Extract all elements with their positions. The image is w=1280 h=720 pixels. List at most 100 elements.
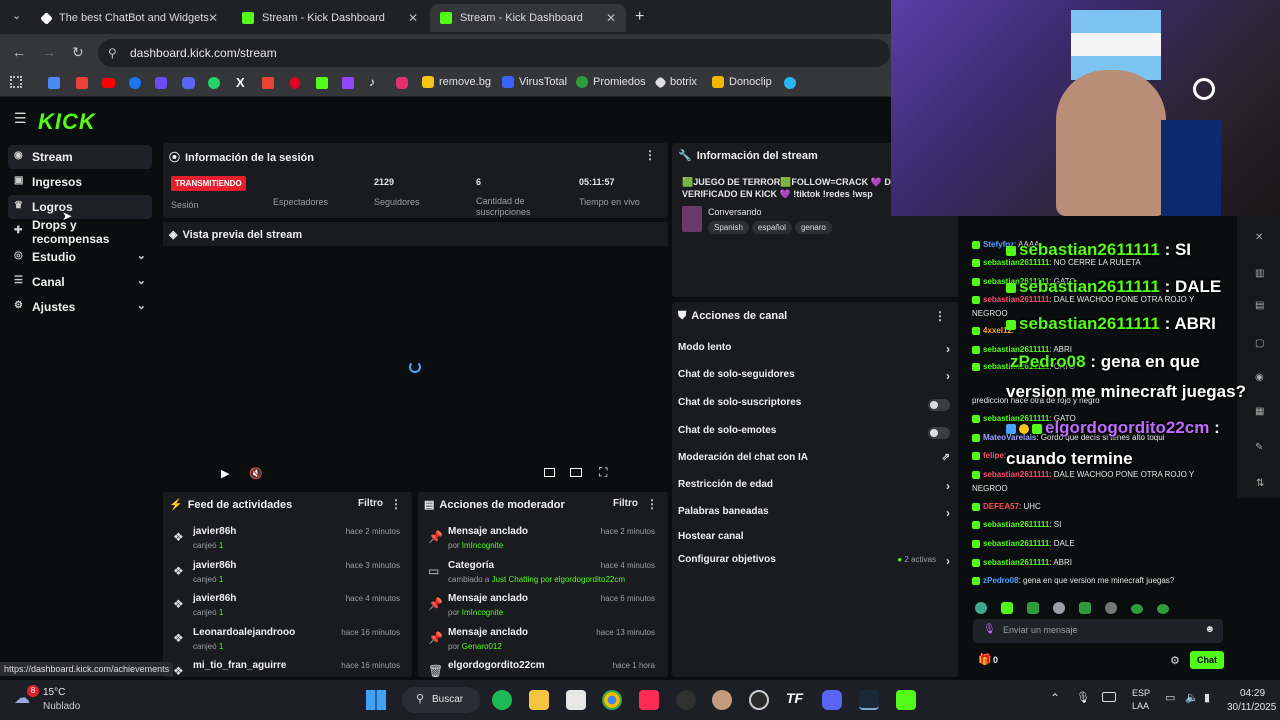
emote-icon[interactable] xyxy=(1105,602,1117,614)
layout-icon[interactable]: ▦ xyxy=(1255,406,1264,417)
chat-username[interactable]: sebastian2611111 xyxy=(983,470,1049,479)
chat-settings-icon[interactable]: ⚙ xyxy=(1170,654,1180,667)
chat-username[interactable]: sebastian2611111 xyxy=(983,558,1049,567)
list-item[interactable]: ▭ Categoría cambiado a Just Chatting por e… xyxy=(418,558,663,591)
action-subscribers-only[interactable]: Chat de solo-suscriptores xyxy=(678,397,954,419)
action-banned-words[interactable]: Palabras baneadas › xyxy=(678,506,954,528)
instagram-icon[interactable] xyxy=(396,77,408,89)
colorful-bookmark-icon[interactable] xyxy=(784,77,796,89)
apps-grid-icon[interactable] xyxy=(10,76,22,88)
url-input[interactable]: ⚲ dashboard.kick.com/stream xyxy=(98,39,890,67)
settings-icon[interactable]: ▤ xyxy=(1255,300,1264,311)
obs-icon[interactable] xyxy=(749,690,769,710)
action-goals[interactable]: Configurar objetivos ● 2 activas › xyxy=(678,554,954,576)
emote-icon[interactable] xyxy=(1131,604,1143,614)
wrench-icon[interactable]: ✎ xyxy=(1255,442,1263,453)
more-options-icon[interactable]: ⋮ xyxy=(646,497,658,511)
list-item[interactable]: 📌 Mensaje anclado por ImIncognite hace 2 mi… xyxy=(418,524,663,557)
action-host-channel[interactable]: Hostear canal xyxy=(678,531,954,553)
list-item[interactable]: 📌 Mensaje anclado por ImIncognite hace 6 mi… xyxy=(418,591,663,624)
forward-arrow-icon[interactable]: → xyxy=(42,44,56,60)
avatar-app-icon[interactable] xyxy=(712,690,732,710)
browser-tab-1[interactable]: The best ChatBot and Widgets ✕ xyxy=(32,4,228,32)
network-icon[interactable]: ▭ xyxy=(1165,691,1175,704)
list-item[interactable]: 📌 Mensaje anclado por Genaro012 hace 13 min… xyxy=(418,625,663,658)
gmail-icon-2[interactable] xyxy=(262,77,274,89)
kick-icon[interactable] xyxy=(316,77,328,89)
new-tab-plus-icon[interactable]: + xyxy=(635,8,644,26)
volume-icon[interactable]: 🔈 xyxy=(1185,691,1199,704)
steam-icon[interactable] xyxy=(859,690,879,710)
bookmark-removebg[interactable]: remove.bg xyxy=(422,76,491,88)
youtube-icon[interactable] xyxy=(102,78,115,88)
discord-app-icon[interactable] xyxy=(822,690,842,710)
tag-chip[interactable]: Spanish xyxy=(708,221,749,234)
gift-icon[interactable]: 🎁 xyxy=(978,653,992,666)
discord-icon[interactable] xyxy=(182,77,195,89)
mute-icon[interactable]: 🔇 xyxy=(249,467,263,480)
whatsapp-icon[interactable] xyxy=(208,77,220,89)
tf-app-icon[interactable]: TF xyxy=(786,690,806,710)
close-icon[interactable]: ✕ xyxy=(208,11,218,25)
microphone-icon[interactable]: 🎙 xyxy=(983,624,996,635)
emotes-only-toggle[interactable] xyxy=(928,427,950,439)
sidebar-item-logros[interactable]: ♛ Logros xyxy=(8,195,152,219)
chrome-icon[interactable] xyxy=(602,690,622,710)
pip-icon[interactable] xyxy=(544,468,555,477)
language-variant[interactable]: LAA xyxy=(1132,701,1149,711)
emote-icon[interactable] xyxy=(1001,602,1013,614)
stats-icon[interactable]: ▥ xyxy=(1255,268,1264,279)
sidebar-item-ajustes[interactable]: ⚙ Ajustes ⌄ xyxy=(8,295,152,319)
sidebar-item-estudio[interactable]: ◎ Estudio ⌄ xyxy=(8,245,152,269)
bookmark-virustotal[interactable]: VirusTotal xyxy=(502,76,567,88)
kick-app-icon[interactable] xyxy=(896,690,916,710)
windows-start-icon[interactable] xyxy=(366,690,386,710)
subscribers-only-toggle[interactable] xyxy=(928,399,950,411)
back-arrow-icon[interactable]: ← xyxy=(12,44,26,60)
reload-icon[interactable]: ↻ xyxy=(72,44,84,61)
chat-username[interactable]: DEFEA57 xyxy=(983,502,1019,511)
action-age-restriction[interactable]: Restricción de edad › xyxy=(678,479,954,501)
action-ai-moderation[interactable]: Moderación del chat con IA ⇗ xyxy=(678,452,954,474)
tag-chip[interactable]: español xyxy=(751,221,792,234)
more-options-icon[interactable]: ⋮ xyxy=(934,309,946,323)
kick-logo[interactable]: KICK xyxy=(38,109,96,135)
close-icon[interactable]: ✕ xyxy=(408,11,418,25)
emote-icon[interactable] xyxy=(1079,602,1091,614)
more-options-icon[interactable]: ⋮ xyxy=(390,497,402,511)
microphone-tray-icon[interactable]: 🎙 xyxy=(1076,691,1090,704)
pinterest-icon[interactable] xyxy=(290,77,300,89)
chat-username[interactable]: sebastian2611111 xyxy=(983,539,1049,548)
battery-icon[interactable]: ▮ xyxy=(1204,691,1210,704)
message-icon[interactable]: ▢ xyxy=(1255,338,1264,349)
emote-icon[interactable] xyxy=(1053,602,1065,614)
clock-date[interactable]: 30/11/2025 xyxy=(1227,702,1276,713)
spotify-icon[interactable] xyxy=(492,690,512,710)
gmail-icon[interactable] xyxy=(76,77,88,89)
store-icon[interactable] xyxy=(566,690,586,710)
broadcast-icon[interactable]: ◉ xyxy=(1255,372,1264,383)
action-followers-only[interactable]: Chat de solo-seguidores › xyxy=(678,369,954,391)
hamburger-menu-icon[interactable]: ☰ xyxy=(14,110,27,127)
category-label[interactable]: Conversando xyxy=(708,207,762,217)
action-slow-mode[interactable]: Modo lento › xyxy=(678,342,954,364)
more-options-icon[interactable]: ⋮ xyxy=(644,148,656,162)
filter-button[interactable]: Filtro xyxy=(613,498,638,509)
chat-username[interactable]: sebastian2611111 xyxy=(983,520,1049,529)
bookmark-botrix[interactable]: botrix xyxy=(654,75,697,89)
list-item[interactable]: ❖ Leonardoalejandrooo canjeó 1 hace 16 minu… xyxy=(163,625,408,658)
taskbar-search[interactable]: ⚲ Buscar xyxy=(402,687,480,713)
close-icon[interactable]: ✕ xyxy=(1255,232,1263,243)
chat-username[interactable]: zPedro08 xyxy=(983,576,1019,585)
sidebar-item-canal[interactable]: ☰ Canal ⌄ xyxy=(8,270,152,294)
facebook-icon[interactable] xyxy=(129,77,141,89)
sidebar-item-stream[interactable]: ◉ Stream xyxy=(8,145,152,169)
language-code[interactable]: ESP xyxy=(1132,688,1150,698)
list-item[interactable]: ❖ javier86h canjeó 1 hace 3 minutos xyxy=(163,558,408,591)
action-emotes-only[interactable]: Chat de solo-emotes xyxy=(678,425,954,447)
browser-tab-2[interactable]: Stream - Kick Dashboard ✕ xyxy=(232,4,428,32)
list-item[interactable]: ❖ javier86h canjeó 1 hace 2 minutos xyxy=(163,524,408,557)
tab-list-chevron-icon[interactable]: ⌄ xyxy=(12,9,21,22)
theater-mode-icon[interactable] xyxy=(570,468,582,477)
browser-tab-3[interactable]: Stream - Kick Dashboard ✕ xyxy=(430,4,626,32)
